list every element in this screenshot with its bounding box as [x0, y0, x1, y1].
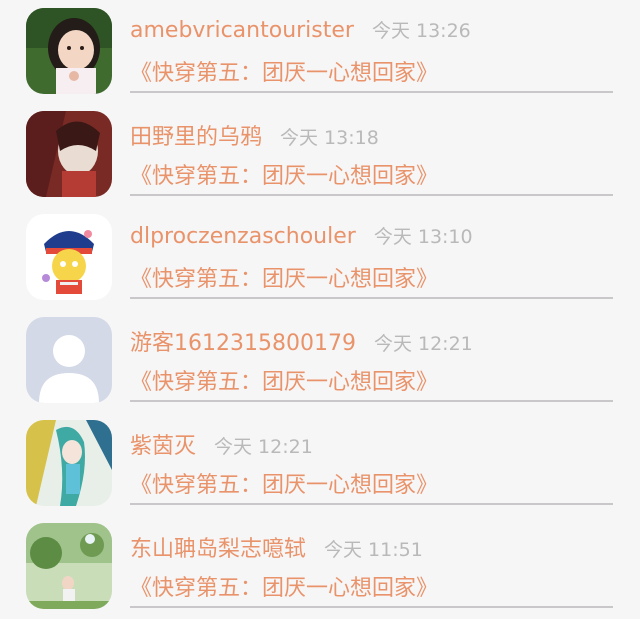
avatar[interactable] — [26, 8, 112, 94]
book-title[interactable]: 《快穿第五：团厌一心想回家》 — [130, 364, 438, 396]
username[interactable]: 游客1612315800179 — [130, 325, 356, 357]
avatar[interactable] — [26, 420, 112, 506]
timestamp: 今天 11:51 — [324, 539, 423, 561]
username[interactable]: dlproczenzaschouler — [130, 224, 356, 249]
divider — [130, 606, 613, 608]
divider — [130, 91, 613, 93]
username[interactable]: amebvricantourister — [130, 18, 354, 43]
avatar[interactable] — [26, 523, 112, 609]
list-item[interactable]: 游客1612315800179 今天 12:21 《快穿第五：团厌一心想回家》 — [0, 309, 640, 412]
list-item[interactable]: dlproczenzaschouler 今天 13:10 《快穿第五：团厌一心想… — [0, 206, 640, 309]
avatar[interactable] — [26, 214, 112, 300]
list-item[interactable]: amebvricantourister 今天 13:26 《快穿第五：团厌一心想… — [0, 0, 640, 103]
list-item[interactable]: 东山聃岛梨志噫轼 今天 11:51 《快穿第五：团厌一心想回家》 — [0, 515, 640, 618]
timestamp: 今天 12:21 — [214, 436, 313, 458]
timestamp: 今天 12:21 — [373, 333, 473, 355]
divider — [130, 194, 613, 196]
timestamp: 今天 13:18 — [280, 127, 379, 149]
timestamp: 今天 13:26 — [371, 20, 471, 42]
username[interactable]: 东山聃岛梨志噫轼 — [130, 531, 306, 563]
book-title[interactable]: 《快穿第五：团厌一心想回家》 — [130, 570, 438, 602]
username[interactable]: 紫茵灭 — [130, 428, 196, 460]
list-item[interactable]: 田野里的乌鸦 今天 13:18 《快穿第五：团厌一心想回家》 — [0, 103, 640, 206]
timestamp: 今天 13:10 — [373, 226, 473, 248]
list-item[interactable]: 紫茵灭 今天 12:21 《快穿第五：团厌一心想回家》 — [0, 412, 640, 515]
avatar[interactable] — [26, 317, 112, 403]
book-title[interactable]: 《快穿第五：团厌一心想回家》 — [130, 261, 438, 293]
book-title[interactable]: 《快穿第五：团厌一心想回家》 — [130, 55, 438, 87]
username[interactable]: 田野里的乌鸦 — [130, 119, 262, 151]
book-title[interactable]: 《快穿第五：团厌一心想回家》 — [130, 158, 438, 190]
avatar[interactable] — [26, 111, 112, 197]
divider — [130, 503, 613, 505]
divider — [130, 400, 613, 402]
comment-list: amebvricantourister 今天 13:26 《快穿第五：团厌一心想… — [0, 0, 640, 619]
book-title[interactable]: 《快穿第五：团厌一心想回家》 — [130, 467, 438, 499]
divider — [130, 297, 613, 299]
